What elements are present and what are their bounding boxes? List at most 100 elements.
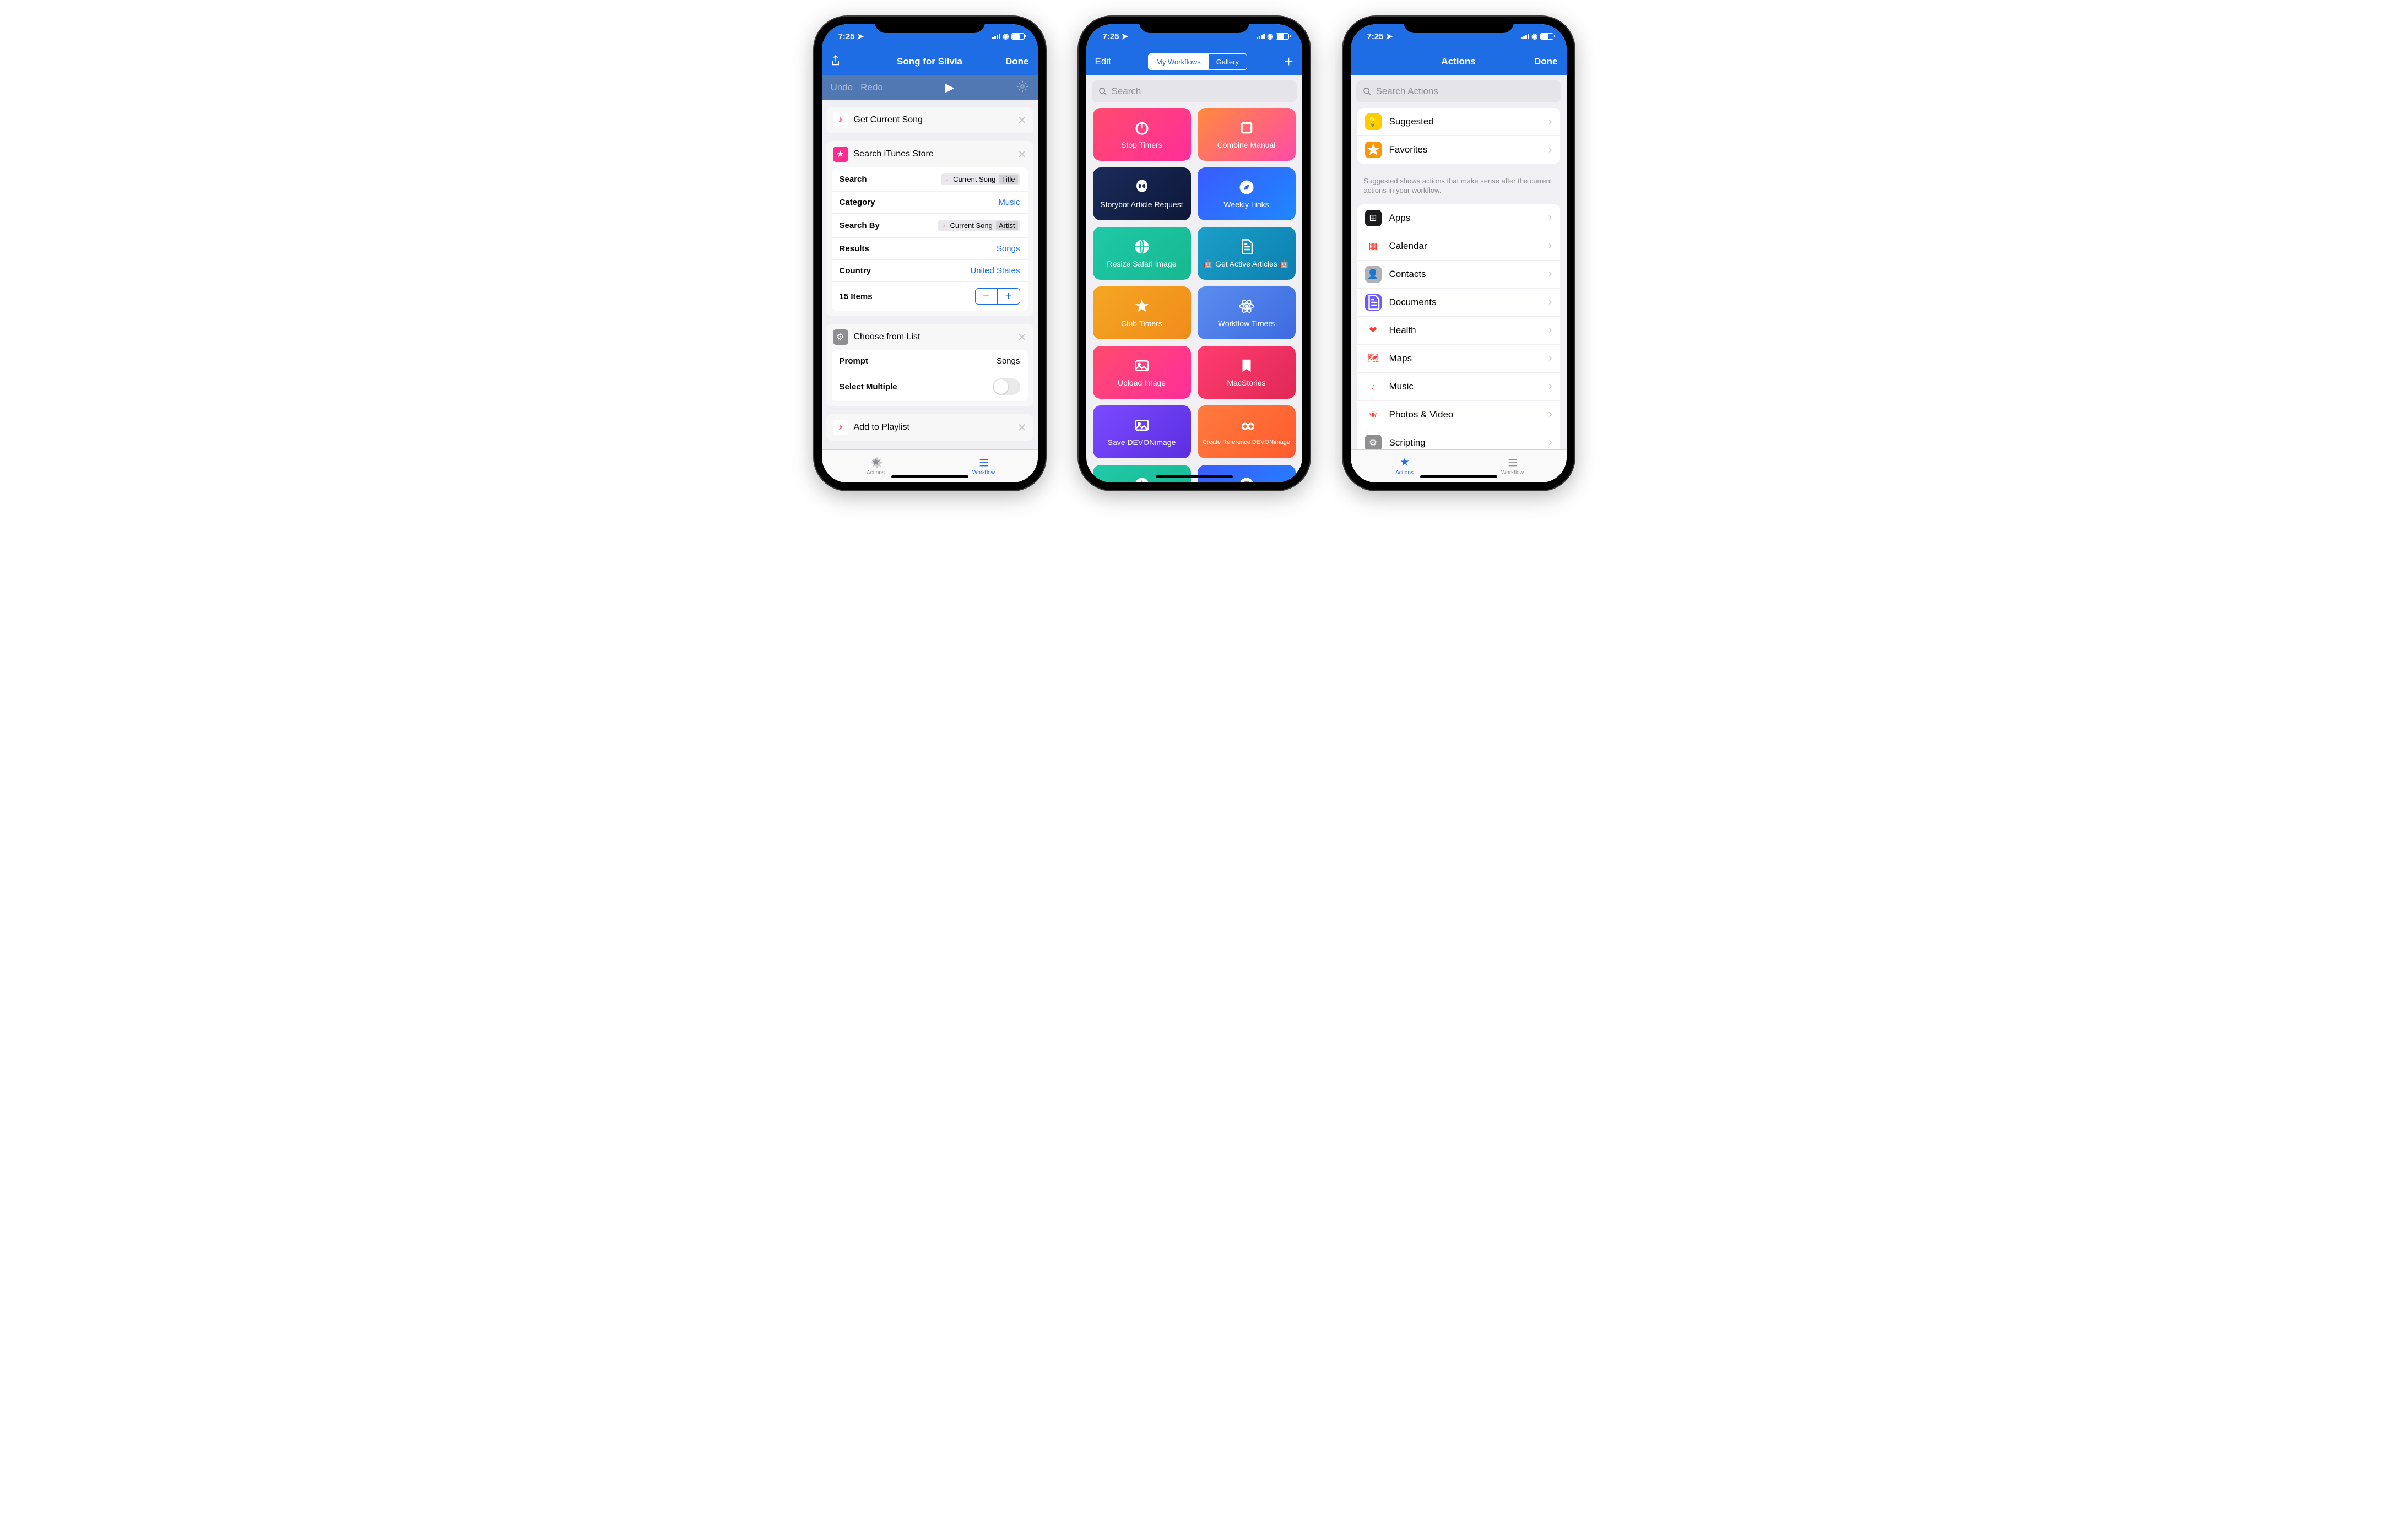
done-button[interactable]: Done bbox=[1534, 56, 1558, 67]
param-category[interactable]: CategoryMusic bbox=[832, 192, 1028, 214]
workflows-grid: Stop TimersCombine ManualStorybot Articl… bbox=[1086, 108, 1302, 482]
square-icon bbox=[1238, 120, 1255, 136]
signal-icon bbox=[1257, 34, 1265, 39]
workflows-content[interactable]: Search Stop TimersCombine ManualStorybot… bbox=[1086, 75, 1302, 482]
phone-workflows-grid: 7:25➤ ◉ Edit My Workflows Gallery + Sear… bbox=[1079, 17, 1310, 490]
power-icon bbox=[1134, 120, 1150, 136]
workflow-tile[interactable]: Workflow Timers bbox=[1198, 286, 1296, 339]
category-row[interactable]: ⊞Apps› bbox=[1357, 204, 1560, 232]
workflow-tile[interactable]: MacStories bbox=[1198, 346, 1296, 399]
select-multiple-switch[interactable] bbox=[993, 378, 1020, 395]
category-row[interactable]: ♪Music› bbox=[1357, 373, 1560, 401]
workflow-tile[interactable]: Weekly Links bbox=[1198, 167, 1296, 220]
home-indicator[interactable] bbox=[891, 475, 968, 478]
tile-label: Create Reference DEVONimage bbox=[1203, 439, 1290, 446]
param-results[interactable]: ResultsSongs bbox=[832, 238, 1028, 260]
chevron-right-icon: › bbox=[1548, 436, 1552, 449]
workflow-tile[interactable]: Storybot Article Request bbox=[1093, 167, 1191, 220]
category-row[interactable]: Documents› bbox=[1357, 289, 1560, 317]
status-time: 7:25 bbox=[1367, 32, 1384, 41]
workflow-tile[interactable]: Club Timers bbox=[1093, 286, 1191, 339]
action-get-current-song[interactable]: ♪ Get Current Song ✕ bbox=[826, 107, 1033, 133]
undo-button[interactable]: Undo bbox=[831, 82, 853, 93]
category-label: Documents bbox=[1389, 297, 1541, 308]
category-row[interactable]: 👤Contacts› bbox=[1357, 261, 1560, 289]
search-actions-input[interactable]: Search Actions bbox=[1356, 80, 1561, 102]
view-segmented-control[interactable]: My Workflows Gallery bbox=[1148, 53, 1247, 70]
workflow-tile[interactable]: Resize Safari Image bbox=[1093, 227, 1191, 280]
download-icon bbox=[1134, 476, 1150, 482]
wifi-icon: ◉ bbox=[1267, 32, 1273, 41]
category-row[interactable]: 🗺Maps› bbox=[1357, 345, 1560, 373]
search-placeholder: Search bbox=[1112, 86, 1141, 97]
star-icon bbox=[1134, 298, 1150, 314]
action-choose-from-list[interactable]: ⚙ Choose from List ✕ PromptSongs Select … bbox=[826, 324, 1033, 406]
battery-icon bbox=[1276, 33, 1289, 40]
chevron-right-icon: › bbox=[1548, 116, 1552, 128]
workflow-tile[interactable]: Upload Image bbox=[1093, 346, 1191, 399]
workflow-tile[interactable]: Create Reference DEVONimage bbox=[1198, 405, 1296, 458]
battery-icon bbox=[1011, 33, 1025, 40]
image-icon bbox=[1134, 357, 1150, 374]
seg-my-workflows[interactable]: My Workflows bbox=[1149, 54, 1209, 69]
home-indicator[interactable] bbox=[1156, 475, 1233, 478]
share-button[interactable] bbox=[831, 54, 841, 70]
action-add-to-playlist[interactable]: ♪ Add to Playlist ✕ bbox=[826, 414, 1033, 441]
param-search[interactable]: Search♪Current SongTitle bbox=[832, 167, 1028, 192]
category-label: Suggested bbox=[1389, 116, 1541, 127]
workflow-tile[interactable]: Save DEVONimage bbox=[1093, 405, 1191, 458]
signal-icon bbox=[992, 34, 1000, 39]
action-search-itunes[interactable]: ★ Search iTunes Store ✕ Search♪Current S… bbox=[826, 141, 1033, 316]
globe-icon bbox=[1134, 238, 1150, 255]
magic-variable-token[interactable]: ♪Current SongArtist bbox=[938, 220, 1020, 231]
workflow-tile[interactable]: 🤖 Get Active Articles 🤖 bbox=[1198, 227, 1296, 280]
magic-variable-token[interactable]: ♪Current SongTitle bbox=[941, 173, 1020, 185]
nav-bar: Song for Silvia Done bbox=[822, 48, 1038, 75]
stepper-minus[interactable]: − bbox=[976, 289, 998, 304]
category-row[interactable]: Favorites› bbox=[1357, 136, 1560, 164]
category-row[interactable]: ❀Photos & Video› bbox=[1357, 401, 1560, 429]
settings-button[interactable] bbox=[1016, 80, 1028, 95]
phone-actions-library: 7:25➤ ◉ Actions Done Search Actions 💡Sug… bbox=[1343, 17, 1574, 490]
status-time: 7:25 bbox=[1103, 32, 1119, 41]
seg-gallery[interactable]: Gallery bbox=[1209, 54, 1247, 69]
search-placeholder: Search Actions bbox=[1376, 86, 1438, 97]
remove-action-button[interactable]: ✕ bbox=[1017, 421, 1027, 435]
actions-content[interactable]: Search Actions 💡Suggested›Favorites› Sug… bbox=[1351, 75, 1567, 449]
bookmark-icon bbox=[1238, 357, 1255, 374]
param-country[interactable]: CountryUnited States bbox=[832, 260, 1028, 282]
remove-action-button[interactable]: ✕ bbox=[1017, 148, 1027, 161]
category-row[interactable]: ❤Health› bbox=[1357, 317, 1560, 345]
editor-toolbar: Undo Redo ▶ bbox=[822, 75, 1038, 100]
nav-bar: Edit My Workflows Gallery + bbox=[1086, 48, 1302, 75]
maps-icon: 🗺 bbox=[1365, 350, 1382, 367]
categories-section: ⊞Apps›▦Calendar›👤Contacts›Documents›❤Hea… bbox=[1357, 204, 1560, 449]
add-workflow-button[interactable]: + bbox=[1284, 53, 1293, 71]
category-label: Favorites bbox=[1389, 144, 1541, 155]
doc-icon bbox=[1365, 294, 1382, 311]
done-button[interactable]: Done bbox=[1005, 56, 1029, 67]
home-indicator[interactable] bbox=[1420, 475, 1497, 478]
search-input[interactable]: Search bbox=[1092, 80, 1297, 102]
star-icon bbox=[1365, 142, 1382, 158]
remove-action-button[interactable]: ✕ bbox=[1017, 113, 1027, 127]
redo-button[interactable]: Redo bbox=[860, 82, 883, 93]
workflow-tile[interactable]: Publish bbox=[1198, 465, 1296, 482]
workflow-tile[interactable]: Stop Timers bbox=[1093, 108, 1191, 161]
category-label: Apps bbox=[1389, 213, 1541, 224]
stepper-plus[interactable]: + bbox=[998, 289, 1020, 304]
param-prompt[interactable]: PromptSongs bbox=[832, 350, 1028, 372]
item-count-stepper[interactable]: −+ bbox=[975, 288, 1020, 305]
remove-action-button[interactable]: ✕ bbox=[1017, 330, 1027, 344]
param-search-by[interactable]: Search By♪Current SongArtist bbox=[832, 214, 1028, 238]
category-row[interactable]: 💡Suggested› bbox=[1357, 108, 1560, 136]
workflow-actions-list[interactable]: ♪ Get Current Song ✕ ★ Search iTunes Sto… bbox=[822, 100, 1038, 449]
category-row[interactable]: ▦Calendar› bbox=[1357, 232, 1560, 261]
workflow-tile[interactable]: Combine Manual bbox=[1198, 108, 1296, 161]
category-row[interactable]: ⚙Scripting› bbox=[1357, 429, 1560, 449]
edit-button[interactable]: Edit bbox=[1095, 56, 1111, 67]
tile-label: Workflow Timers bbox=[1218, 319, 1275, 328]
play-button[interactable]: ▶ bbox=[945, 80, 955, 95]
chevron-right-icon: › bbox=[1548, 240, 1552, 252]
workflow-tile[interactable]: Upload DEVONimage bbox=[1093, 465, 1191, 482]
